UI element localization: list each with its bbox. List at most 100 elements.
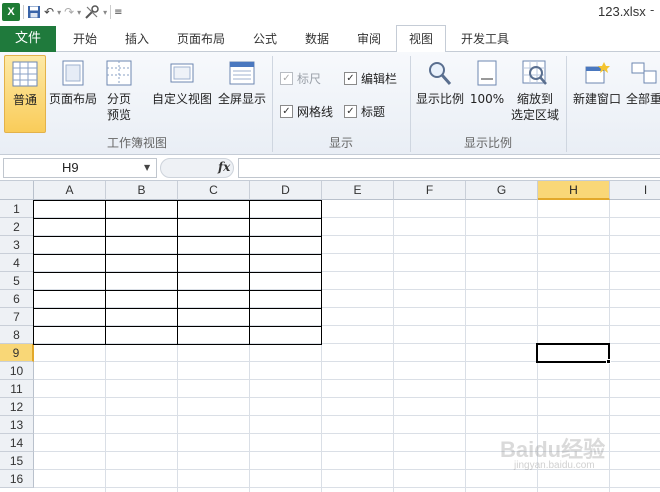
column-header[interactable]: D (250, 181, 322, 200)
excel-logo-icon[interactable]: X (2, 3, 20, 21)
column-header[interactable]: A (34, 181, 106, 200)
zoom-sel-label-2: 选定区域 (510, 108, 559, 122)
zoom-selection-icon (522, 60, 547, 85)
row-header[interactable]: 8 (0, 326, 34, 344)
custom-views-button[interactable]: 自定义视图 (150, 55, 214, 107)
page-layout-view-button[interactable]: 页面布局 (48, 55, 98, 107)
workbook-views-group-label: 工作簿视图 (106, 136, 167, 150)
row-header[interactable]: 14 (0, 434, 34, 452)
ribbon-tabs: 文件 开始 插入 页面布局 公式 数据 审阅 视图 开发工具 (0, 24, 660, 53)
row-header[interactable]: 6 (0, 290, 34, 308)
tab-home[interactable]: 开始 (60, 28, 110, 52)
tab-insert[interactable]: 插入 (112, 28, 162, 52)
normal-view-icon (12, 61, 38, 87)
window-title: 123.xlsx (598, 4, 646, 19)
zoom-button[interactable]: 显示比例 (414, 55, 466, 107)
tab-developer[interactable]: 开发工具 (452, 28, 518, 52)
column-header[interactable]: B (106, 181, 178, 200)
worksheet-grid[interactable]: A B C D E F G H I 1 2 3 4 5 6 7 8 9 10 1… (0, 181, 660, 492)
fx-icon[interactable]: fx (218, 160, 230, 174)
column-header[interactable]: C (178, 181, 250, 200)
full-screen-label: 全屏显示 (217, 92, 266, 106)
customize-qat-icon[interactable]: ≡ (114, 3, 122, 21)
table-border (34, 272, 321, 273)
check-icon: ✓ (280, 72, 293, 85)
formula-bar-checkbox[interactable]: ✓ 编辑栏 (344, 70, 397, 87)
tab-formulas[interactable]: 公式 (240, 28, 290, 52)
formula-bar-label: 编辑栏 (361, 72, 398, 86)
row-header[interactable]: 4 (0, 254, 34, 272)
gridline (465, 200, 466, 492)
normal-view-label: 普通 (12, 93, 37, 107)
tools-dropdown-icon[interactable]: ▾ (103, 3, 107, 21)
row-header[interactable]: 15 (0, 452, 34, 470)
zoom-100-icon (477, 60, 497, 86)
tab-page-layout[interactable]: 页面布局 (168, 28, 234, 52)
page-break-preview-button[interactable]: 分页 预览 (100, 55, 138, 123)
gridline (34, 397, 660, 398)
zoom-label: 显示比例 (415, 92, 464, 106)
custom-views-icon (170, 63, 194, 83)
page-layout-icon (62, 60, 84, 86)
zoom-to-selection-button[interactable]: 缩放到 选定区域 (508, 55, 562, 123)
row-header[interactable]: 2 (0, 218, 34, 236)
chevron-down-icon[interactable]: ▼ (144, 163, 150, 172)
row-header[interactable]: 7 (0, 308, 34, 326)
gridline (34, 415, 660, 416)
selected-cell[interactable] (536, 343, 610, 363)
headings-label: 标题 (361, 105, 386, 119)
row-header[interactable]: 11 (0, 380, 34, 398)
column-header[interactable]: F (394, 181, 466, 200)
undo-icon[interactable]: ↶ (44, 3, 54, 21)
minimize-button[interactable]: - (650, 3, 654, 17)
name-box[interactable]: H9 (3, 158, 157, 178)
row-header[interactable]: 10 (0, 362, 34, 380)
headings-checkbox[interactable]: ✓ 标题 (344, 103, 385, 120)
tab-data[interactable]: 数据 (292, 28, 342, 52)
table-border (34, 326, 321, 327)
row-header[interactable]: 16 (0, 470, 34, 488)
check-icon: ✓ (344, 105, 357, 118)
normal-view-button[interactable]: 普通 (4, 55, 46, 133)
undo-dropdown-icon[interactable]: ▾ (57, 3, 61, 21)
arrange-all-label: 全部重 (626, 92, 660, 106)
select-all-corner[interactable] (0, 181, 34, 200)
gridline (34, 379, 660, 380)
tab-review[interactable]: 审阅 (344, 28, 394, 52)
zoom-100-label: 100% (469, 92, 505, 106)
new-window-button[interactable]: 新建窗口 (570, 55, 624, 107)
column-header[interactable]: E (322, 181, 394, 200)
full-screen-button[interactable]: 全屏显示 (216, 55, 268, 107)
formula-bar: H9 ▼ fx (0, 155, 660, 181)
tab-view[interactable]: 视图 (396, 25, 446, 53)
row-header-selected[interactable]: 9 (0, 344, 34, 362)
redo-icon[interactable]: ↷ (64, 3, 74, 21)
formula-input[interactable] (238, 158, 660, 178)
arrange-all-button[interactable]: 全部重 (626, 55, 660, 107)
column-header[interactable]: I (610, 181, 660, 200)
zoom-sel-label-1: 缩放到 (516, 92, 553, 106)
gridline (34, 487, 660, 488)
fill-handle[interactable] (606, 359, 611, 364)
zoom-group-label: 显示比例 (463, 136, 512, 150)
row-header[interactable]: 3 (0, 236, 34, 254)
row-header[interactable]: 13 (0, 416, 34, 434)
page-break-label-2: 预览 (106, 108, 131, 122)
ribbon-view: 普通 页面布局 分页 预览 自定义视图 全屏显示 工作簿视图 ✓ 标尺 ✓ 编辑… (0, 52, 660, 155)
save-icon[interactable] (27, 3, 41, 21)
page-layout-view-label: 页面布局 (48, 92, 97, 106)
zoom-100-button[interactable]: 100% (468, 55, 506, 107)
column-header[interactable]: G (466, 181, 538, 200)
ruler-checkbox[interactable]: ✓ 标尺 (280, 70, 321, 87)
arrange-all-icon (631, 62, 657, 84)
column-header-selected[interactable]: H (538, 181, 610, 200)
redo-dropdown-icon[interactable]: ▾ (77, 3, 81, 21)
gridlines-checkbox[interactable]: ✓ 网格线 (280, 103, 333, 120)
row-header[interactable]: 1 (0, 200, 34, 218)
tab-file[interactable]: 文件 (0, 26, 56, 52)
tools-icon[interactable] (84, 3, 100, 21)
row-header[interactable]: 12 (0, 398, 34, 416)
page-break-label-1: 分页 (106, 92, 131, 106)
magnifier-icon (429, 62, 452, 85)
row-header[interactable]: 5 (0, 272, 34, 290)
